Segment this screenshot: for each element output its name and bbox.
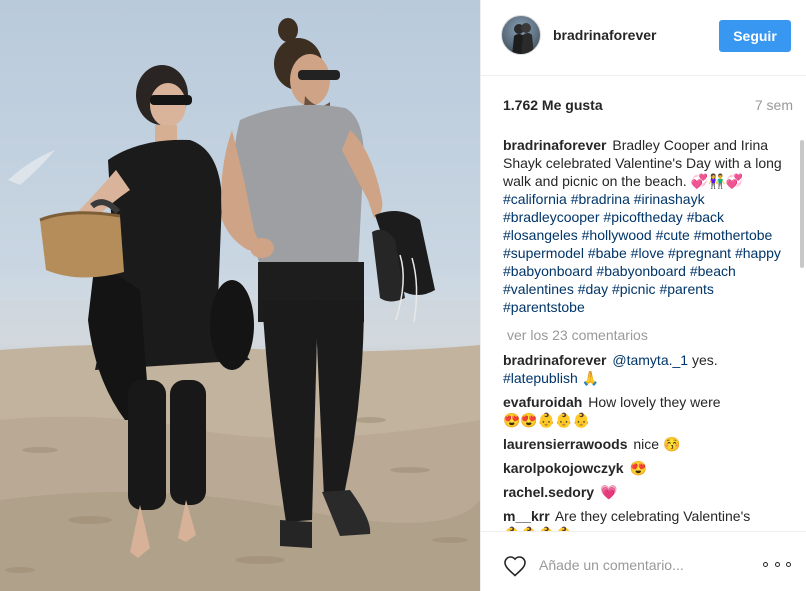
- hashtag-link[interactable]: #losangeles: [503, 227, 578, 243]
- comment-text: Are they celebrating Valentine's: [554, 508, 751, 524]
- hashtag-link[interactable]: #valentines: [503, 281, 574, 297]
- comment-text: yes.: [688, 352, 718, 368]
- comments-scrollbar[interactable]: [800, 140, 804, 268]
- likes-count[interactable]: 1.762 Me gusta: [503, 97, 603, 113]
- dot: [786, 561, 791, 567]
- comment-username[interactable]: laurensierrawoods: [503, 436, 628, 452]
- avatar[interactable]: [501, 15, 541, 55]
- caption-hashtags: #california #bradrina #irinashayk #bradl…: [503, 191, 781, 315]
- hashtag-link[interactable]: #day: [578, 281, 608, 297]
- caption-username[interactable]: bradrinaforever: [503, 137, 606, 153]
- comment-item: rachel.sedory 💗: [503, 483, 793, 501]
- comment-username[interactable]: karolpokojowczyk: [503, 460, 624, 476]
- comment-mention[interactable]: @tamyta._1: [612, 352, 688, 368]
- post-timestamp[interactable]: 7 sem: [755, 97, 793, 113]
- more-options-icon[interactable]: [763, 554, 791, 574]
- beach-couple-illustration: [0, 18, 480, 591]
- hashtag-link[interactable]: #parentstobe: [503, 299, 585, 315]
- comment-emoji: 😚: [662, 436, 681, 452]
- comment-emoji: 😍😍👶👶👶: [503, 412, 591, 428]
- post-caption: bradrinaforever Bradley Cooper and Irina…: [503, 136, 793, 316]
- view-all-comments-link[interactable]: ver los 23 comentarios: [507, 326, 793, 344]
- comment-item: laurensierrawoods nice 😚: [503, 435, 793, 453]
- comment-item: karolpokojowczyk 😍: [503, 459, 793, 477]
- post-photo[interactable]: [0, 0, 480, 591]
- hashtag-link[interactable]: #supermodel: [503, 245, 584, 261]
- hashtag-link[interactable]: #california: [503, 191, 567, 207]
- comment-hashtag[interactable]: #latepublish: [503, 370, 578, 386]
- comments-list[interactable]: bradrinaforever Bradley Cooper and Irina…: [503, 136, 793, 531]
- hashtag-link[interactable]: #babyonboard: [596, 263, 686, 279]
- hashtag-link[interactable]: #irinashayk: [634, 191, 705, 207]
- avatar-photo-icon: [512, 23, 534, 54]
- hashtag-link[interactable]: #picoftheday: [603, 209, 682, 225]
- heart-icon[interactable]: [503, 555, 527, 577]
- hashtag-link[interactable]: #bradrina: [571, 191, 630, 207]
- dot: [763, 561, 768, 567]
- hashtag-link[interactable]: #love: [631, 245, 664, 261]
- post-username-link[interactable]: bradrinaforever: [553, 27, 656, 43]
- comment-username[interactable]: evafuroidah: [503, 394, 582, 410]
- hashtag-link[interactable]: #back: [687, 209, 724, 225]
- hashtag-link[interactable]: #hollywood: [582, 227, 652, 243]
- hashtag-link[interactable]: #beach: [690, 263, 736, 279]
- hashtag-link[interactable]: #happy: [735, 245, 781, 261]
- likes-row: 1.762 Me gusta 7 sem: [503, 97, 793, 115]
- comment-emoji: 🙏: [581, 370, 600, 386]
- comment-emoji: 💗: [599, 484, 618, 500]
- post-header: bradrinaforever Seguir: [481, 0, 806, 76]
- comment-username[interactable]: m__krr: [503, 508, 550, 524]
- comment-emoji: 😍: [629, 460, 647, 476]
- hashtag-link[interactable]: #cute: [656, 227, 690, 243]
- hashtag-link[interactable]: #bradleycooper: [503, 209, 600, 225]
- post-detail-panel: bradrinaforever Seguir 1.762 Me gusta 7 …: [480, 0, 806, 591]
- comment-username[interactable]: rachel.sedory: [503, 484, 594, 500]
- post-footer: [481, 531, 806, 591]
- comment-text: nice: [633, 436, 660, 452]
- hashtag-link[interactable]: #mothertobe: [694, 227, 773, 243]
- hashtag-link[interactable]: #babyonboard: [503, 263, 593, 279]
- hashtag-link[interactable]: #babe: [588, 245, 627, 261]
- hashtag-link[interactable]: #pregnant: [668, 245, 731, 261]
- comment-item: evafuroidah How lovely they were 😍😍👶👶👶: [503, 393, 793, 429]
- comment-item: m__krr Are they celebrating Valentine's …: [503, 507, 793, 531]
- comment-username[interactable]: bradrinaforever: [503, 352, 606, 368]
- follow-button[interactable]: Seguir: [719, 20, 791, 52]
- dot: [774, 561, 780, 567]
- hashtag-link[interactable]: #parents: [659, 281, 713, 297]
- comment-item: bradrinaforever @tamyta._1 yes. #latepub…: [503, 351, 793, 387]
- caption-emoji: 💞👫💞: [690, 173, 743, 189]
- add-comment-input[interactable]: [539, 554, 739, 576]
- comment-text: How lovely they were: [588, 394, 721, 410]
- hashtag-link[interactable]: #picnic: [612, 281, 656, 297]
